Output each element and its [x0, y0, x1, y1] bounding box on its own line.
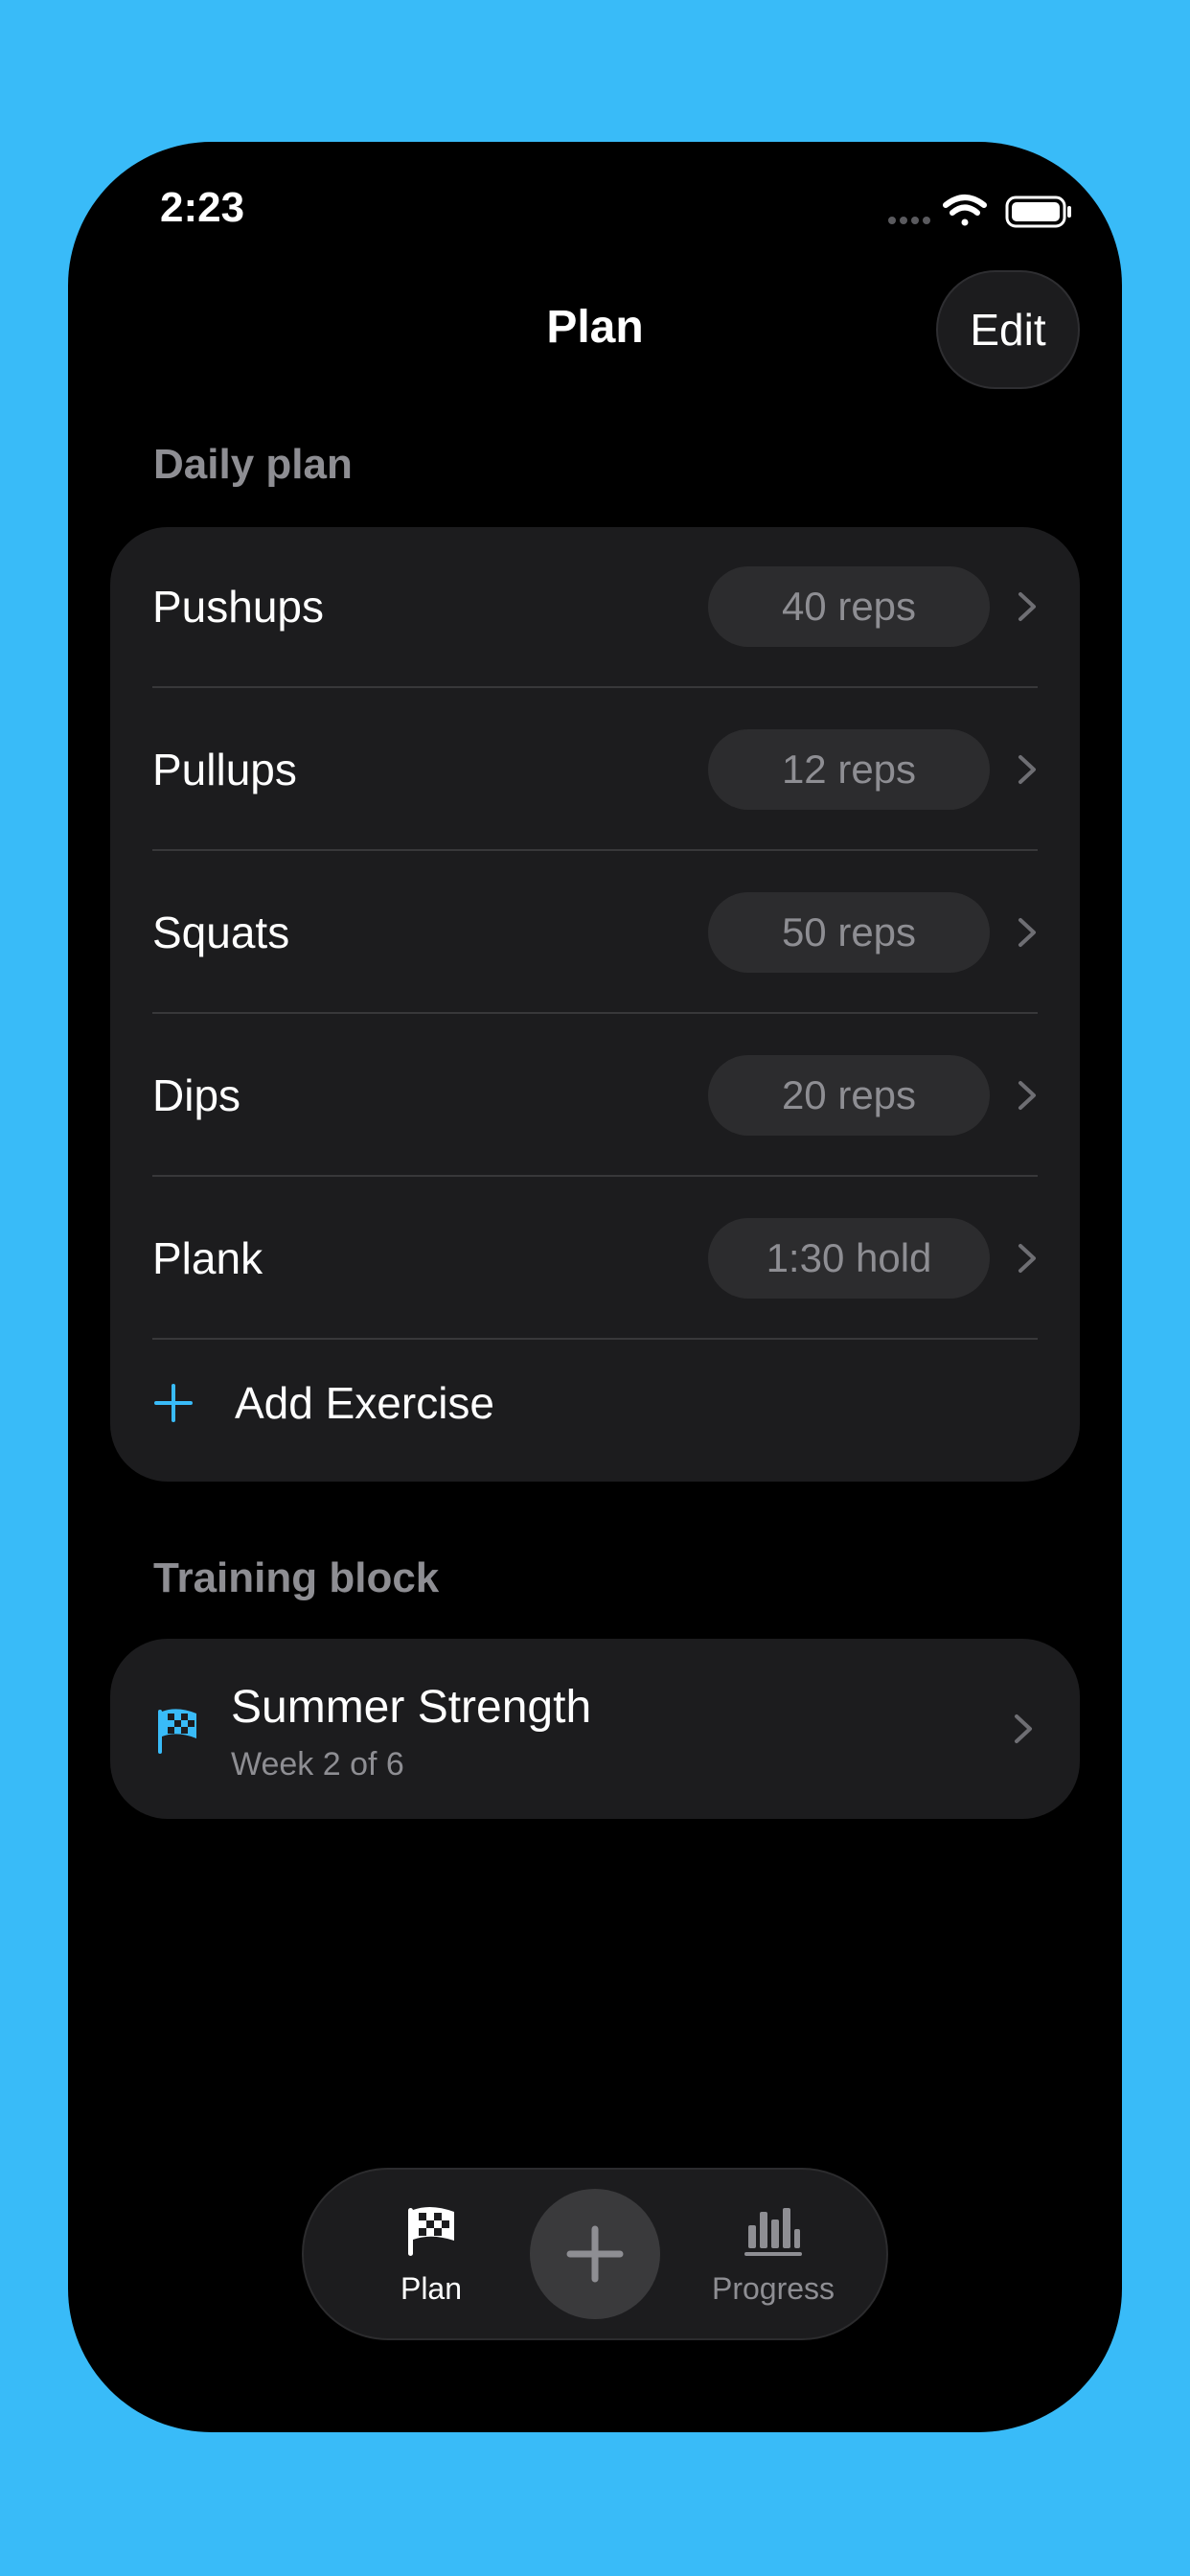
status-time: 2:23	[160, 184, 245, 231]
exercise-target: 1:30 hold	[708, 1218, 990, 1299]
chevron-right-icon	[1018, 918, 1036, 947]
phone-screen: 2:23 Plan Edit Daily plan Pushups 40 rep	[68, 142, 1122, 2432]
chevron-right-icon	[1018, 1244, 1036, 1273]
tab-progress[interactable]: Progress	[697, 2204, 850, 2307]
exercise-name: Pushups	[152, 582, 325, 632]
exercise-name: Pullups	[152, 745, 297, 794]
daily-plan-card: Pushups 40 reps Pullups 12 reps Squats 5…	[110, 527, 1080, 1482]
exercise-name: Dips	[152, 1070, 241, 1120]
exercise-target: 40 reps	[708, 566, 990, 647]
exercise-row[interactable]: Squats 50 reps	[152, 853, 1038, 1014]
daily-plan-header: Daily plan	[153, 441, 353, 488]
add-workout-button[interactable]	[530, 2189, 660, 2319]
status-icons	[886, 192, 1074, 230]
exercise-name: Squats	[152, 908, 290, 957]
exercise-row[interactable]: Dips 20 reps	[152, 1016, 1038, 1177]
chevron-right-icon	[1015, 1714, 1032, 1743]
chevron-right-icon	[1018, 592, 1036, 621]
training-block-header: Training block	[153, 1554, 440, 1601]
training-block-card[interactable]: Summer Strength Week 2 of 6	[110, 1639, 1080, 1819]
exercise-row[interactable]: Plank 1:30 hold	[152, 1179, 1038, 1340]
chevron-right-icon	[1018, 755, 1036, 784]
exercise-row[interactable]: Pushups 40 reps	[152, 527, 1038, 688]
add-exercise-label: Add Exercise	[235, 1378, 495, 1428]
tab-plan-label: Plan	[400, 2271, 463, 2306]
tab-bar: Plan Progress	[302, 2168, 888, 2340]
plus-icon	[154, 1384, 193, 1422]
exercise-name: Plank	[152, 1233, 263, 1283]
checkered-flag-icon	[408, 2206, 454, 2256]
chevron-right-icon	[1018, 1081, 1036, 1110]
checkered-flag-icon	[158, 1709, 196, 1754]
add-exercise-button[interactable]: Add Exercise	[152, 1332, 1038, 1474]
training-block-title: Summer Strength	[231, 1682, 592, 1733]
training-block-subtitle: Week 2 of 6	[231, 1746, 404, 1782]
plus-icon	[566, 2225, 624, 2283]
edit-button[interactable]: Edit	[936, 270, 1080, 389]
battery-icon	[1005, 196, 1071, 228]
exercise-target: 50 reps	[708, 892, 990, 973]
tab-plan[interactable]: Plan	[378, 2204, 484, 2307]
exercise-target: 12 reps	[708, 729, 990, 810]
tab-progress-label: Progress	[711, 2271, 835, 2306]
exercise-row[interactable]: Pullups 12 reps	[152, 690, 1038, 851]
exercise-target: 20 reps	[708, 1055, 990, 1136]
wifi-icon	[943, 195, 987, 226]
bar-chart-icon	[744, 2208, 802, 2256]
cellular-dots-icon	[888, 217, 930, 224]
